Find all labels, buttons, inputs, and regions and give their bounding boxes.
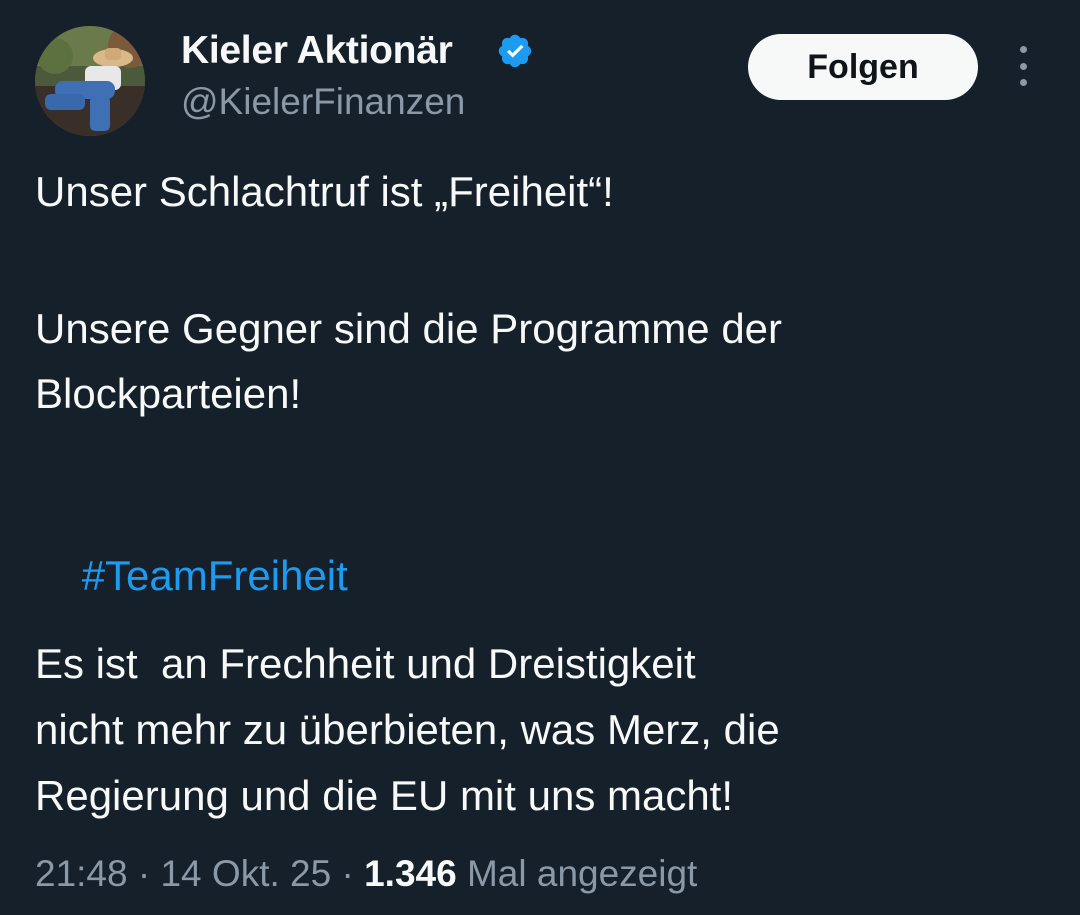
tweet-time[interactable]: 21:48 [35, 853, 128, 894]
views-count[interactable]: 1.346 [364, 853, 457, 894]
more-vertical-icon[interactable] [1008, 46, 1038, 86]
tweet-text-line: Unser Schlachtruf ist „Freiheit“! [35, 168, 614, 215]
tweet-text-line: nicht mehr zu überbieten, was Merz, die [35, 706, 780, 753]
more-dot [1019, 79, 1027, 86]
avatar[interactable] [35, 26, 145, 136]
author-handle[interactable]: @KielerFinanzen [181, 80, 465, 124]
tweet-text-line: Es ist an Frechheit und Dreistigkeit [35, 640, 696, 687]
tweet-text-line: Blockparteien! [35, 370, 302, 417]
author-display-name[interactable]: Kieler Aktionär [181, 28, 453, 74]
tweet-card: Kieler Aktionär @KielerFinanzen Folgen U… [0, 0, 1080, 915]
verified-badge-icon [498, 34, 532, 68]
views-label: Mal angezeigt [456, 853, 698, 894]
hashtag-line: #TeamFreiheit [35, 504, 348, 648]
meta-separator: · [127, 853, 161, 894]
tweet-text-line: Regierung und die EU mit uns macht! [35, 772, 734, 819]
more-dot [1019, 62, 1027, 70]
tweet-date[interactable]: 14 Okt. 25 [160, 853, 331, 894]
meta-separator: · [331, 853, 365, 894]
avatar-photo [35, 26, 145, 136]
tweet-meta: 21:48 · 14 Okt. 25 · 1.346 Mal angezeigt [35, 852, 697, 896]
follow-button[interactable]: Folgen [748, 34, 978, 100]
hashtag-link[interactable]: #TeamFreiheit [82, 552, 348, 599]
tweet-text-line: Unsere Gegner sind die Programme der [35, 305, 783, 352]
more-dot [1019, 46, 1027, 53]
